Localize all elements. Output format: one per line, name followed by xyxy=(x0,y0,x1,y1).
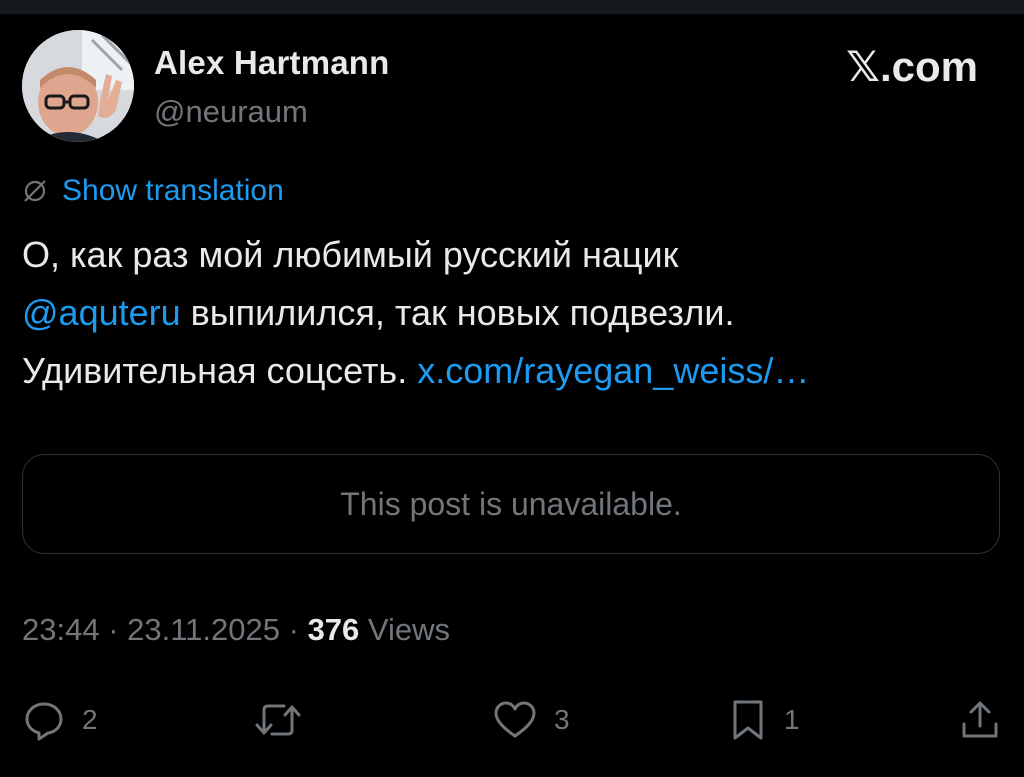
post-meta: 23:44 · 23.11.2025 · 376 Views xyxy=(22,612,450,648)
show-translation-label: Show translation xyxy=(62,174,284,207)
meta-separator: · xyxy=(280,612,308,647)
avatar[interactable] xyxy=(22,30,134,142)
avatar-image xyxy=(22,30,134,142)
url-link[interactable]: x.com/rayegan_weiss/… xyxy=(417,350,809,391)
post-text-line3: Удивительная соцсеть. xyxy=(22,350,418,391)
show-translation-link[interactable]: Show translation xyxy=(22,174,284,208)
post-header: Alex Hartmann @neuraum 𝕏 .com xyxy=(22,30,1002,142)
meta-separator: · xyxy=(99,612,128,647)
post-date[interactable]: 23.11.2025 xyxy=(127,612,280,647)
repost-button[interactable] xyxy=(254,694,318,746)
like-count: 3 xyxy=(554,704,570,735)
x-com-logo: 𝕏 .com xyxy=(846,42,978,91)
action-bar: 2 3 1 xyxy=(22,694,1002,746)
author-name[interactable]: Alex Hartmann xyxy=(154,44,390,82)
top-edge-strip xyxy=(0,0,1024,14)
views-label: Views xyxy=(359,612,451,647)
post-text-line1: О, как раз мой любимый русский нацик xyxy=(22,234,679,275)
repost-icon xyxy=(255,704,301,736)
post-time[interactable]: 23:44 xyxy=(22,612,100,647)
bookmark-button[interactable]: 1 xyxy=(728,694,800,746)
bookmark-icon xyxy=(733,700,763,740)
share-button[interactable] xyxy=(958,694,1002,746)
author-handle[interactable]: @neuraum xyxy=(154,94,308,130)
post-text: О, как раз мой любимый русский нацик @aq… xyxy=(22,226,1002,400)
reply-count: 2 xyxy=(82,704,98,735)
bookmark-count: 1 xyxy=(784,704,800,735)
views-count[interactable]: 376 xyxy=(308,612,360,647)
unavailable-message: This post is unavailable. xyxy=(340,485,682,522)
quoted-post-unavailable: This post is unavailable. xyxy=(22,454,1000,554)
globe-slash-icon xyxy=(24,180,46,202)
share-icon xyxy=(962,701,998,738)
reply-icon xyxy=(25,702,63,741)
post-text-line2: выпилился, так новых подвезли. xyxy=(180,292,735,333)
reply-button[interactable]: 2 xyxy=(22,694,98,746)
like-button[interactable]: 3 xyxy=(492,694,570,746)
x-logo-icon: 𝕏 xyxy=(846,42,880,91)
mention-link[interactable]: @aquteru xyxy=(22,292,181,333)
heart-icon xyxy=(494,701,536,738)
brand-domain: .com xyxy=(879,42,978,90)
